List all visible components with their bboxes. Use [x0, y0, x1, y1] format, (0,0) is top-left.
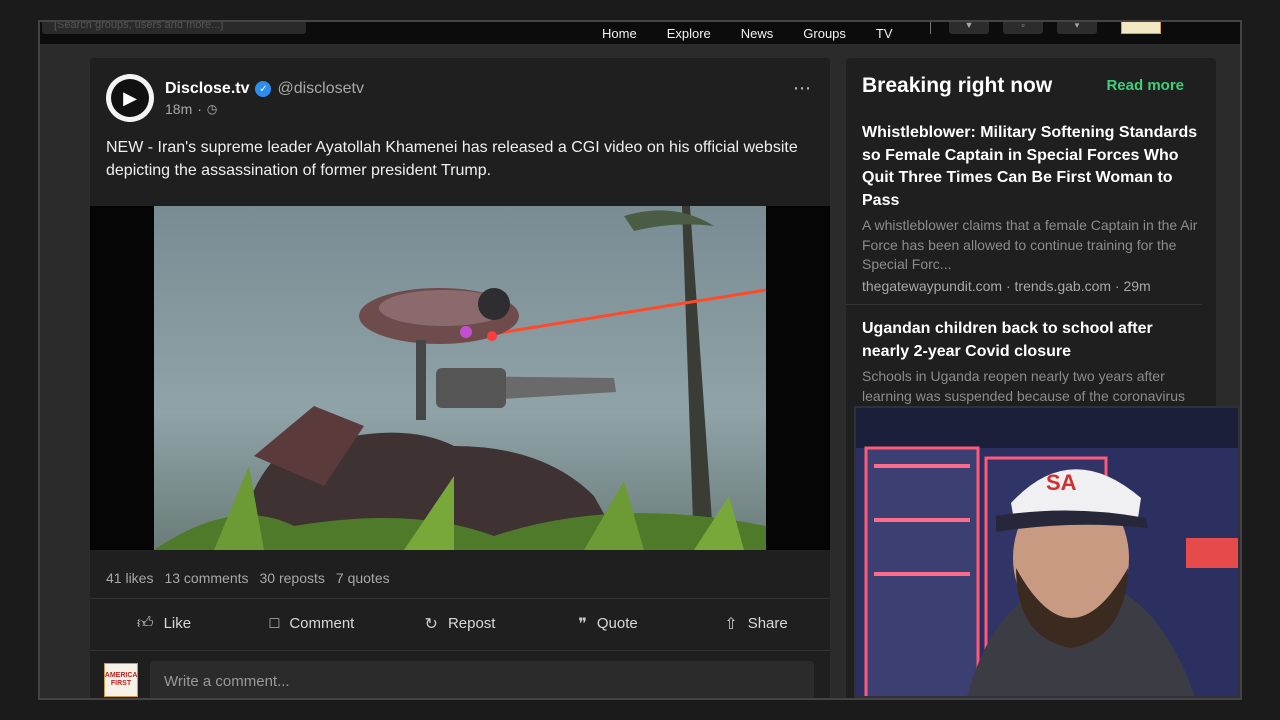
share-button[interactable]: ⇧ Share	[682, 614, 830, 634]
share-icon: ⇧	[724, 615, 738, 633]
comment-input[interactable]: Write a comment...	[150, 661, 814, 698]
nav-home[interactable]: Home	[602, 26, 637, 41]
news-item[interactable]: Whistleblower: Military Softening Standa…	[862, 122, 1202, 294]
post-actions: 👍︎ Like □ Comment ↻ Repost ❞ Quote ⇧ Sha…	[90, 598, 830, 648]
author-handle[interactable]: @disclosetv	[277, 80, 364, 98]
read-more-link[interactable]: Read more	[1106, 77, 1184, 94]
thumbs-up-icon: 👍︎	[136, 615, 154, 632]
news-item[interactable]: Ugandan children back to school after ne…	[862, 318, 1202, 406]
dot-separator: ·	[197, 101, 202, 117]
nav-tv[interactable]: TV	[876, 26, 893, 41]
comment-button[interactable]: □ Comment	[238, 615, 386, 633]
author-avatar[interactable]: ▶	[106, 74, 154, 122]
news-headline[interactable]: Whistleblower: Military Softening Standa…	[862, 122, 1202, 212]
like-label: Like	[163, 615, 192, 632]
post-video[interactable]	[90, 206, 830, 550]
post-stats: 41 likes 13 comments 30 reposts 7 quotes	[106, 570, 401, 586]
nav-groups[interactable]: Groups	[803, 26, 846, 41]
browser-frame: [Search groups, users and more...] Home …	[38, 20, 1242, 700]
play-logo-icon: ▶	[111, 79, 149, 117]
like-button[interactable]: 👍︎ Like	[90, 614, 238, 633]
repost-icon: ↻	[424, 615, 438, 633]
news-summary: A whistleblower claims that a female Cap…	[862, 217, 1198, 272]
comment-label: Comment	[289, 615, 355, 632]
video-frame[interactable]	[154, 206, 766, 550]
notifications-icon[interactable]: ▼	[949, 22, 989, 34]
quote-label: Quote	[596, 615, 638, 632]
nav-icons: ▼ ▫ ▾	[930, 22, 1161, 34]
nav-explore[interactable]: Explore	[667, 26, 711, 41]
top-navigation-bar: [Search groups, users and more...] Home …	[40, 22, 1240, 44]
panel-title: Breaking right now	[862, 74, 1053, 97]
webcam-feed: SA	[856, 408, 1238, 696]
post-text: NEW - Iran's supreme leader Ayatollah Kh…	[106, 139, 798, 179]
news-summary: Schools in Uganda reopen nearly two year…	[862, 368, 1185, 404]
compose-icon[interactable]: ▾	[1057, 22, 1097, 34]
video-thumbnail	[154, 206, 766, 550]
webcam-overlay: SA	[854, 406, 1240, 698]
post-card: ▶ Disclose.tv ✓ @disclosetv 18m · ◷ ⋯ NE…	[90, 58, 830, 698]
search-input[interactable]: [Search groups, users and more...]	[42, 22, 306, 34]
repost-label: Repost	[447, 615, 496, 632]
likes-count[interactable]: 41 likes	[106, 570, 153, 586]
user-avatar[interactable]	[1121, 22, 1161, 34]
author-name[interactable]: Disclose.tv	[165, 80, 249, 98]
quote-button[interactable]: ❞ Quote	[534, 614, 682, 634]
quotes-count[interactable]: 7 quotes	[336, 570, 390, 586]
nav-news[interactable]: News	[741, 26, 774, 41]
post-time[interactable]: 18m	[165, 101, 192, 117]
news-headline[interactable]: Ugandan children back to school after ne…	[862, 318, 1202, 363]
globe-icon: ◷	[206, 102, 218, 116]
reposts-count[interactable]: 30 reposts	[260, 570, 325, 586]
messages-icon[interactable]: ▫	[1003, 22, 1043, 34]
divider	[846, 304, 1202, 305]
nav-divider	[930, 22, 931, 34]
commenter-avatar: AMERICA FIRST	[104, 663, 138, 697]
repost-button[interactable]: ↻ Repost	[386, 614, 534, 634]
svg-text:SA: SA	[1046, 470, 1077, 495]
share-label: Share	[747, 615, 788, 632]
verified-badge-icon: ✓	[255, 81, 272, 97]
comment-bubble-icon: □	[269, 614, 280, 632]
post-options-icon[interactable]: ⋯	[793, 78, 812, 99]
author-info: Disclose.tv ✓ @disclosetv 18m · ◷	[165, 80, 364, 122]
post-header: ▶ Disclose.tv ✓ @disclosetv 18m · ◷	[106, 74, 364, 122]
news-source: thegatewaypundit.com · trends.gab.com · …	[862, 277, 1151, 294]
comments-count[interactable]: 13 comments	[164, 570, 248, 586]
comment-composer: AMERICA FIRST Write a comment...	[90, 650, 830, 698]
quote-icon: ❞	[578, 615, 587, 633]
main-nav: Home Explore News Groups TV	[602, 22, 923, 44]
